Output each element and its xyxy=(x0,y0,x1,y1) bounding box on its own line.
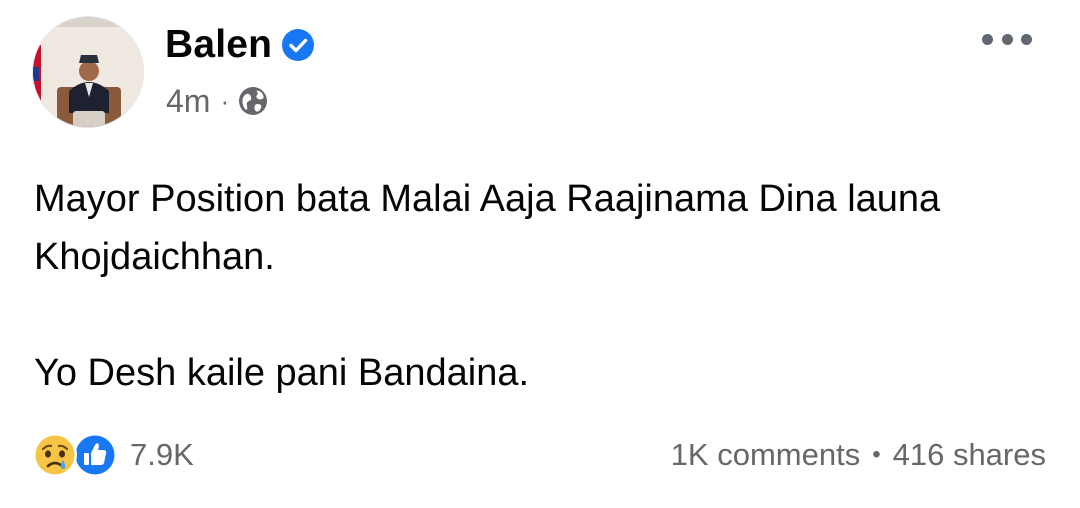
author-row: Balen xyxy=(165,22,315,68)
feed-post: Balen 4m · Mayor Position bata Malai Aaj… xyxy=(0,0,1080,508)
avatar-image xyxy=(33,17,143,127)
post-stats: 1K comments • 416 shares xyxy=(671,430,1046,480)
globe-icon[interactable] xyxy=(237,85,269,117)
more-dot xyxy=(1001,33,1013,45)
post-paragraph: Mayor Position bata Malai Aaja Raajinama… xyxy=(34,178,941,278)
comments-count-link[interactable]: 1K comments xyxy=(671,437,861,473)
verified-badge-icon xyxy=(281,28,315,62)
post-text: Mayor Position bata Malai Aaja Raajinama… xyxy=(34,170,1044,402)
shares-count-link[interactable]: 416 shares xyxy=(893,437,1046,473)
more-dot xyxy=(982,33,993,45)
like-reaction-icon xyxy=(72,432,118,478)
reaction-count: 7.9K xyxy=(130,437,194,472)
profile-avatar[interactable] xyxy=(32,16,144,128)
reaction-icons xyxy=(32,430,126,480)
post-timestamp[interactable]: 4m xyxy=(166,83,210,120)
sad-reaction-icon xyxy=(32,432,78,478)
more-dot xyxy=(1021,33,1032,45)
author-name[interactable]: Balen xyxy=(165,23,272,67)
meta-separator: · xyxy=(220,85,230,116)
more-options-icon[interactable] xyxy=(982,28,1032,50)
post-paragraph: Yo Desh kaile pani Bandaina. xyxy=(34,352,530,394)
reactions-summary[interactable]: 7.9K xyxy=(32,430,194,480)
post-meta: 4m · xyxy=(166,80,269,122)
stats-separator: • xyxy=(872,441,881,468)
